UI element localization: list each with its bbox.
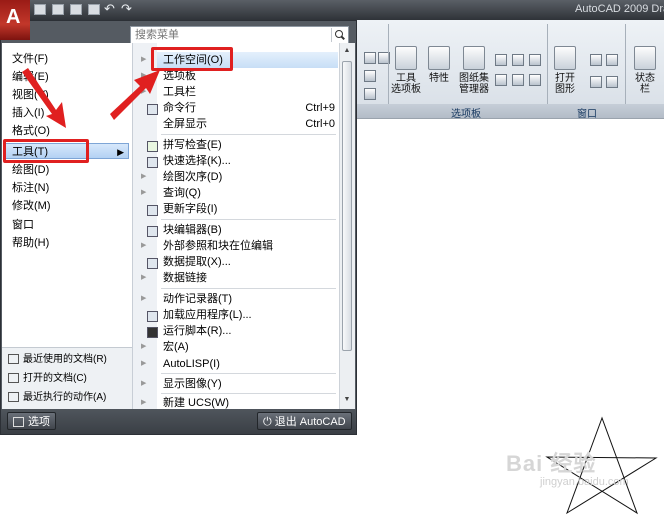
- annotation-arrow-up: [110, 70, 160, 120]
- watermark-url: jingyan.baidu.com: [540, 476, 629, 488]
- annotation-arrow-down: [22, 68, 66, 128]
- annotation-arrows: [22, 68, 160, 128]
- watermark-brand: Bai 经验: [506, 451, 597, 476]
